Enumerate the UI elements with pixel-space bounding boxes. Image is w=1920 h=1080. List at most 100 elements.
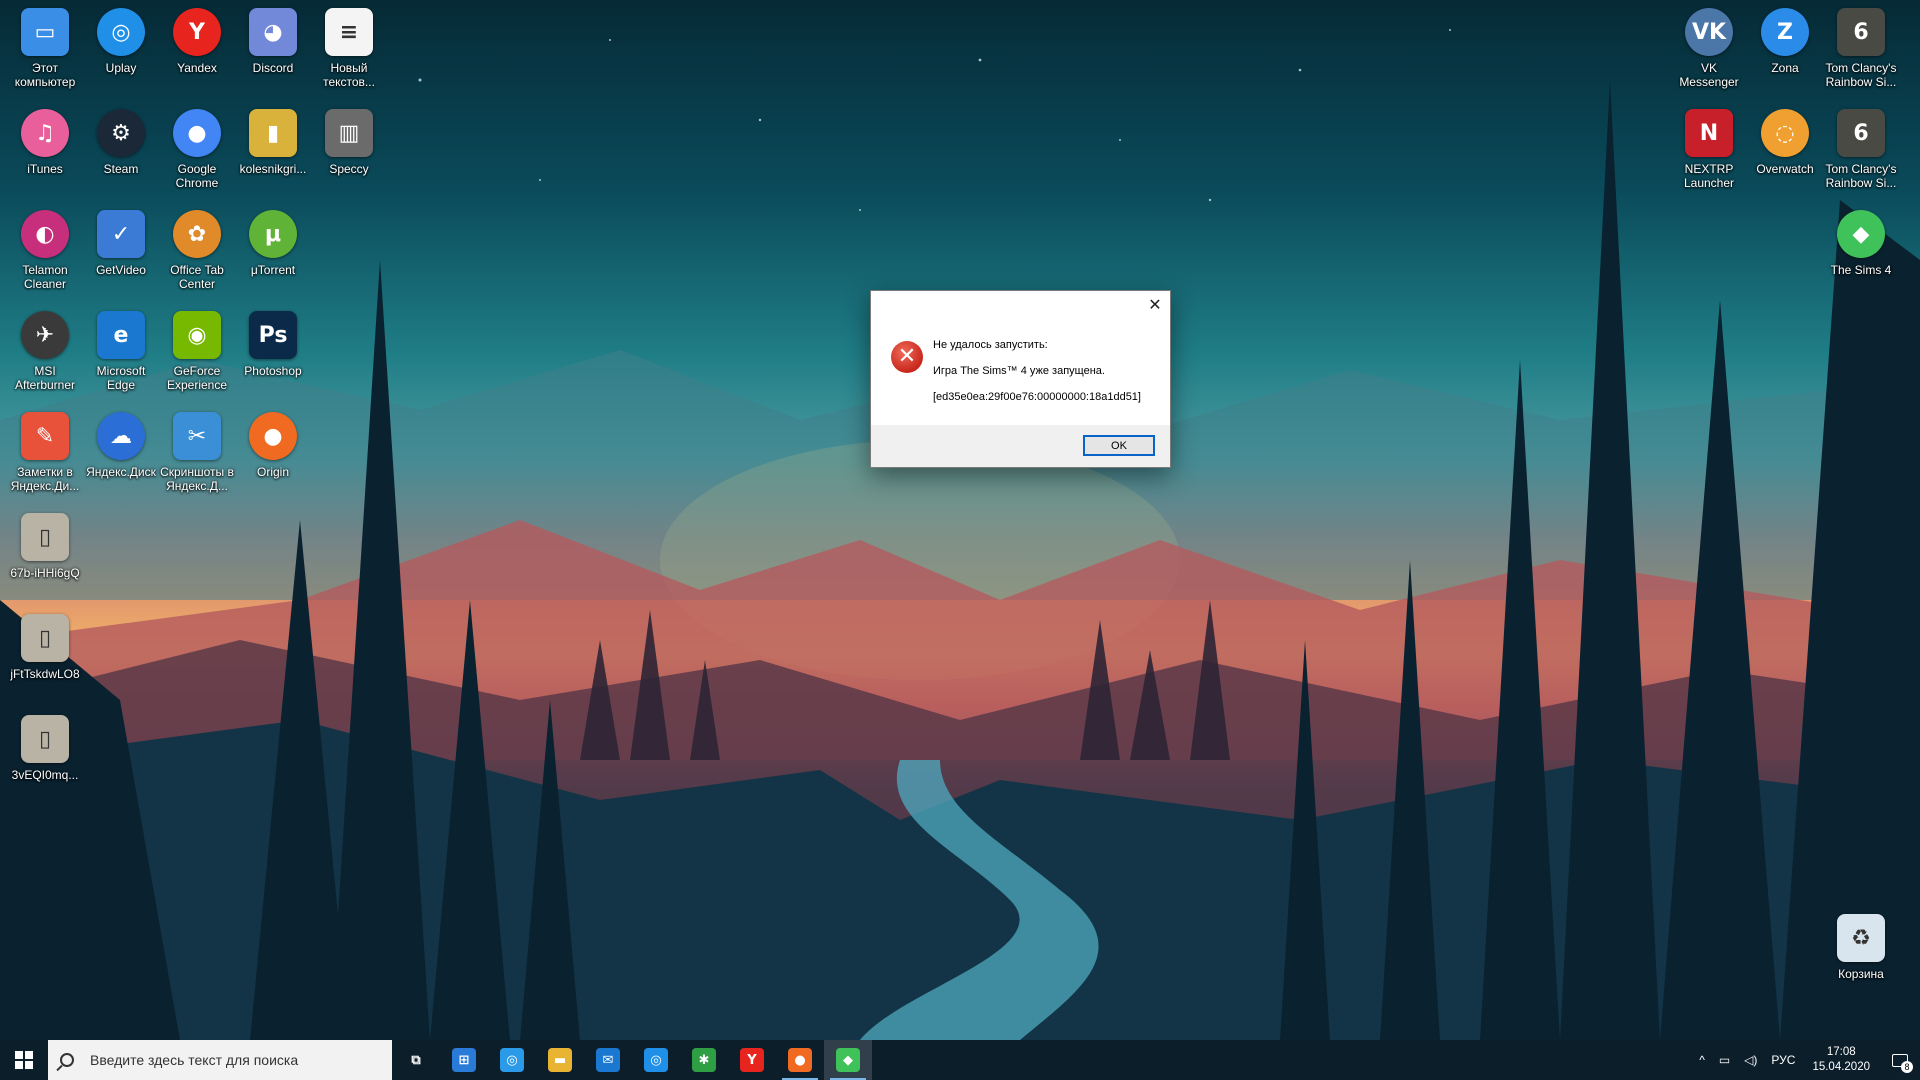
recycle-icon: ♻ [1837,914,1885,962]
overwatch-icon: ◌ [1761,109,1809,157]
desktop-icon-label: MSI Afterburner [14,364,76,392]
desktop-icon-r6-1[interactable]: 6 Tom Clancy's Rainbow Si... [1823,8,1899,104]
desktop-icon-label: jFtTskdwLO8 [10,667,80,681]
desktop-icon-chrome[interactable]: ● Google Chrome [159,109,235,205]
taskbar-app-explorer[interactable]: ▬ [536,1040,584,1080]
desktop-icon-label: Steam [103,162,139,176]
file67b-icon: ▯ [21,513,69,561]
uplay-icon: ◎ [644,1048,668,1072]
notes-icon: ✎ [21,412,69,460]
desktop-icon-uplay[interactable]: ◎ Uplay [83,8,159,104]
desktop-icon-file3ve[interactable]: ▯ 3vEQI0mq... [7,715,83,811]
desktop-icon-yandex[interactable]: Y Yandex [159,8,235,104]
yandex-icon: Y [173,8,221,56]
desktop-icon-notes[interactable]: ✎ Заметки в Яндекс.Ди... [7,412,83,508]
ok-button[interactable]: OK [1083,435,1155,456]
desktop-icon-itunes[interactable]: ♫ iTunes [7,109,83,205]
desktop-icon-label: Office Tab Center [170,263,224,291]
taskbar-app-sims4[interactable]: ◆ [824,1040,872,1080]
desktop-icon-label: Скриншоты в Яндекс.Д... [160,465,234,493]
desktop-icon-ydisk[interactable]: ☁ Яндекс.Диск [83,412,159,508]
search-placeholder: Введите здесь текст для поиска [90,1052,299,1068]
desktop-icon-officetab[interactable]: ✿ Office Tab Center [159,210,235,306]
desktop-icon-geforce[interactable]: ◉ GeForce Experience [159,311,235,407]
photoshop-icon: Ps [249,311,297,359]
desktop-icon-edge[interactable]: e Microsoft Edge [83,311,159,407]
desktop-icon-file67b[interactable]: ▯ 67b-iHHi6gQ [7,513,83,609]
desktop-icon-kolesnik[interactable]: ▮ kolesnikgri... [235,109,311,205]
desktop-icon-getvideo[interactable]: ✓ GetVideo [83,210,159,306]
error-dialog[interactable]: ✕ ✕ Не удалось запустить: Игра The Sims™… [870,290,1171,468]
taskbar-app-mail[interactable]: ✉ [584,1040,632,1080]
explorer-icon: ▬ [548,1048,572,1072]
action-center-button[interactable]: 8 [1880,1040,1920,1080]
desktop-icon-vk[interactable]: VK VK Messenger [1671,8,1747,104]
taskbar-app-uplay[interactable]: ◎ [632,1040,680,1080]
desktop-icon-sims4[interactable]: ◆ The Sims 4 [1823,210,1899,306]
xbox-icon: ✱ [692,1048,716,1072]
desktop-icon-steam[interactable]: ⚙ Steam [83,109,159,205]
taskbar-app-store[interactable]: ⊞ [440,1040,488,1080]
desktop-icon-msi[interactable]: ✈ MSI Afterburner [7,311,83,407]
desktop-icon-telamon[interactable]: ◐ Telamon Cleaner [7,210,83,306]
steam-icon: ⚙ [97,109,145,157]
desktop-icon-label: kolesnikgri... [239,162,307,176]
volume-icon[interactable]: ◁) [1737,1040,1764,1080]
desktop-icon-label: Telamon Cleaner [22,263,68,291]
desktop-icon-discord[interactable]: ◕ Discord [235,8,311,104]
desktop-icon-photoshop[interactable]: Ps Photoshop [235,311,311,407]
search-icon [60,1053,74,1067]
kolesnik-icon: ▮ [249,109,297,157]
taskbar-search-box[interactable]: Введите здесь текст для поиска [48,1040,392,1080]
show-hidden-icons-chevron-icon[interactable]: ^ [1692,1040,1712,1080]
yandex-icon: Y [740,1048,764,1072]
sims4-icon: ◆ [1837,210,1885,258]
desktop-icon-origin[interactable]: ● Origin [235,412,311,508]
desktop-icon-label: GeForce Experience [166,364,228,392]
desktop[interactable]: ▭ Этот компьютер ◎ Uplay Y Yandex ◕ Discord ≡ Нов… [0,0,1920,1040]
system-tray: ^ ▭ ◁) РУС 17:08 15.04.2020 8 [1692,1040,1920,1080]
taskbar: Введите здесь текст для поиска ⧉ ⊞ ◎ ▬ ✉ ◎ ✱ Y ●… [0,1040,1920,1080]
screenshots-icon: ✂ [173,412,221,460]
desktop-icon-label: The Sims 4 [1830,263,1892,277]
desktop-icon-nextrp[interactable]: N NEXTRP Launcher [1671,109,1747,205]
desktop-icon-r6-2[interactable]: 6 Tom Clancy's Rainbow Si... [1823,109,1899,205]
desktop-icon-utorrent[interactable]: μ μTorrent [235,210,311,306]
taskbar-app-origin[interactable]: ● [776,1040,824,1080]
close-icon[interactable]: ✕ [1144,295,1166,317]
desktop-icon-speccy[interactable]: ▥ Speccy [311,109,387,205]
input-language[interactable]: РУС [1764,1040,1802,1080]
file3ve-icon: ▯ [21,715,69,763]
dialog-error-code: [ed35e0ea:29f00e76:00000000:18a1dd51] [933,391,1141,403]
taskbar-app-xbox[interactable]: ✱ [680,1040,728,1080]
desktop-icon-label: NEXTRP Launcher [1683,162,1735,190]
clock-date: 15.04.2020 [1812,1061,1870,1073]
desktop-icon-label: Microsoft Edge [96,364,146,392]
desktop-icon-recycle[interactable]: ♻ Корзина [1823,914,1899,1010]
getvideo-icon: ✓ [97,210,145,258]
start-button[interactable] [0,1040,48,1080]
taskbar-app-task-view[interactable]: ⧉ [392,1040,440,1080]
clock-time: 17:08 [1826,1046,1856,1058]
network-icon[interactable]: ▭ [1712,1040,1737,1080]
desktop-icon-screenshots[interactable]: ✂ Скриншоты в Яндекс.Д... [159,412,235,508]
clock[interactable]: 17:08 15.04.2020 [1802,1045,1880,1075]
desktop-icon-zona[interactable]: Z Zona [1747,8,1823,104]
desktop-icon-new-text[interactable]: ≡ Новый текстов... [311,8,387,104]
taskbar-app-camera[interactable]: ◎ [488,1040,536,1080]
desktop-icon-label: Заметки в Яндекс.Ди... [10,465,80,493]
uplay-icon: ◎ [97,8,145,56]
r6-2-icon: 6 [1837,109,1885,157]
dialog-message-line2: Игра The Sims™ 4 уже запущена. [933,365,1105,377]
officetab-icon: ✿ [173,210,221,258]
taskbar-app-yandex[interactable]: Y [728,1040,776,1080]
desktop-icon-label: Корзина [1838,967,1884,981]
chrome-icon: ● [173,109,221,157]
desktop-icon-overwatch[interactable]: ◌ Overwatch [1747,109,1823,205]
desktop-icon-label: iTunes [27,162,63,176]
desktop-icon-label: Yandex [177,61,217,75]
sims4-icon: ◆ [836,1048,860,1072]
desktop-icon-label: μTorrent [250,263,296,277]
desktop-icon-filejft[interactable]: ▯ jFtTskdwLO8 [7,614,83,710]
desktop-icon-this-pc[interactable]: ▭ Этот компьютер [7,8,83,104]
